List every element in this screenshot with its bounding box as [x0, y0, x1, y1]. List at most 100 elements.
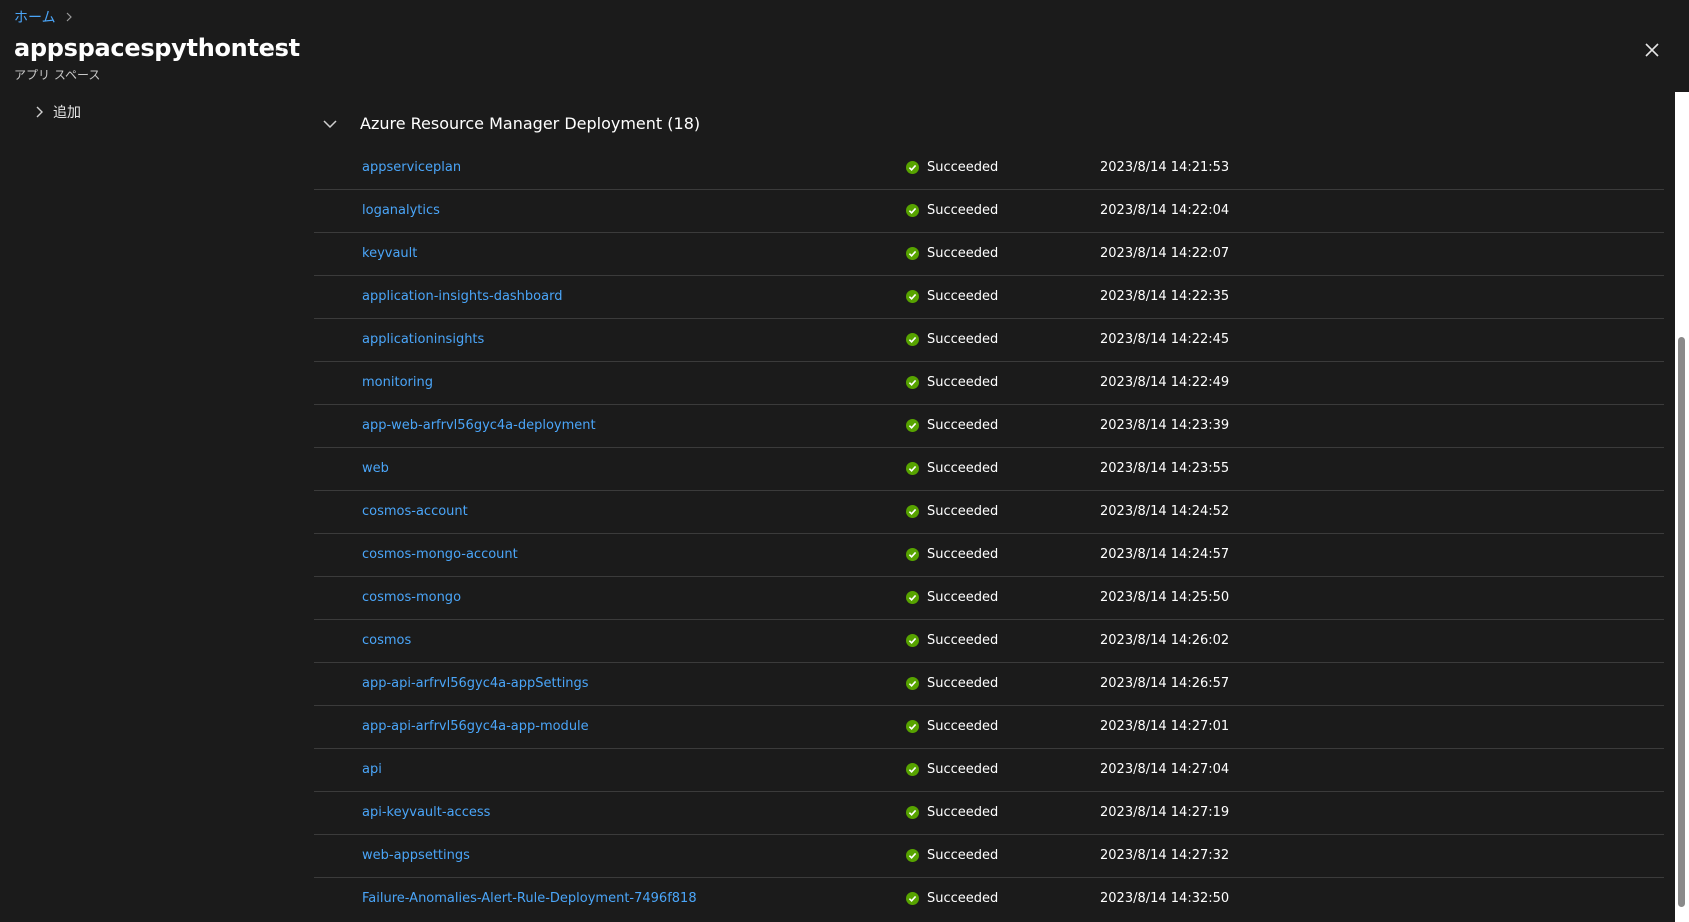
deployment-timestamp: 2023/8/14 14:22:35 [1100, 289, 1230, 304]
deployment-timestamp: 2023/8/14 14:26:02 [1100, 633, 1230, 648]
deployment-name-link[interactable]: app-api-arfrvl56gyc4a-app-module [362, 719, 589, 734]
success-check-icon [906, 290, 919, 303]
deployment-timestamp: 2023/8/14 14:22:04 [1100, 203, 1230, 218]
success-check-icon [906, 462, 919, 475]
success-check-icon [906, 247, 919, 260]
deployment-timestamp: 2023/8/14 14:21:53 [1100, 160, 1230, 175]
deployment-status: Succeeded [906, 375, 998, 390]
deployment-name-link[interactable]: loganalytics [362, 203, 440, 218]
deployment-status-label: Succeeded [927, 418, 999, 433]
success-check-icon [906, 376, 919, 389]
success-check-icon [906, 548, 919, 561]
deployment-name-link[interactable]: cosmos [362, 633, 411, 648]
deployment-status-label: Succeeded [927, 762, 999, 777]
deployment-group-title: Azure Resource Manager Deployment (18) [360, 114, 701, 133]
deployment-status: Succeeded [906, 762, 998, 777]
deployment-name-link[interactable]: cosmos-account [362, 504, 468, 519]
deployment-status-label: Succeeded [927, 547, 999, 562]
deployment-status-label: Succeeded [927, 504, 999, 519]
deployment-row: api-keyvault-access Succeeded 2023/8/14 14… [314, 792, 1664, 835]
deployment-row: api Succeeded 2023/8/14 14:27:04 [314, 749, 1664, 792]
deployment-name-link[interactable]: web [362, 461, 389, 476]
deployment-row: app-api-arfrvl56gyc4a-appSettings Succeed… [314, 663, 1664, 706]
more-options-icon[interactable]: ··· [268, 40, 286, 59]
chevron-right-icon [66, 12, 72, 22]
success-check-icon [906, 634, 919, 647]
close-icon[interactable] [1644, 42, 1660, 58]
deployment-row: cosmos-mongo Succeeded 2023/8/14 14:25:50 [314, 577, 1664, 620]
deployment-timestamp: 2023/8/14 14:22:07 [1100, 246, 1230, 261]
deployment-timestamp: 2023/8/14 14:23:55 [1100, 461, 1230, 476]
deployment-timestamp: 2023/8/14 14:24:52 [1100, 504, 1230, 519]
deployment-name-link[interactable]: monitoring [362, 375, 433, 390]
deployment-row: applicationinsights Succeeded 2023/8/14 14… [314, 319, 1664, 362]
breadcrumb: ホーム [14, 7, 74, 27]
tree-item-label: 追加 [53, 105, 81, 121]
deployment-name-link[interactable]: appserviceplan [362, 160, 461, 175]
deployment-status-label: Succeeded [927, 590, 999, 605]
deployment-status: Succeeded [906, 547, 998, 562]
deployment-status: Succeeded [906, 590, 998, 605]
deployment-row: loganalytics Succeeded 2023/8/14 14:22:04 [314, 190, 1664, 233]
success-check-icon [906, 677, 919, 690]
deployment-status-label: Succeeded [927, 633, 999, 648]
deployment-status: Succeeded [906, 160, 998, 175]
deployment-row: app-api-arfrvl56gyc4a-app-module Succeede… [314, 706, 1664, 749]
deployment-status: Succeeded [906, 332, 998, 347]
success-check-icon [906, 720, 919, 733]
deployment-status-label: Succeeded [927, 246, 999, 261]
vertical-scrollbar[interactable] [1675, 92, 1689, 922]
deployment-status: Succeeded [906, 246, 998, 261]
deployment-name-link[interactable]: Failure-Anomalies-Alert-Rule-Deployment-… [362, 891, 697, 906]
scrollbar-thumb[interactable] [1678, 337, 1685, 907]
chevron-right-icon[interactable] [34, 105, 44, 119]
deployment-status: Succeeded [906, 289, 998, 304]
deployment-status-label: Succeeded [927, 160, 999, 175]
deployment-status: Succeeded [906, 891, 998, 906]
success-check-icon [906, 849, 919, 862]
deployment-name-link[interactable]: api [362, 762, 382, 777]
success-check-icon [906, 505, 919, 518]
success-check-icon [906, 763, 919, 776]
deployment-row: cosmos-account Succeeded 2023/8/14 14:24:5… [314, 491, 1664, 534]
tree-item-add[interactable]: 追加 [34, 102, 81, 122]
deployment-row: cosmos-mongo-account Succeeded 2023/8/14 1… [314, 534, 1664, 577]
deployment-status: Succeeded [906, 418, 998, 433]
deployment-status: Succeeded [906, 676, 998, 691]
deployment-group-header[interactable]: Azure Resource Manager Deployment (18) [322, 114, 700, 133]
deployment-name-link[interactable]: api-keyvault-access [362, 805, 490, 820]
deployment-status-label: Succeeded [927, 891, 999, 906]
deployment-row: appserviceplan Succeeded 2023/8/14 14:21:5… [314, 147, 1664, 190]
deployment-status-label: Succeeded [927, 848, 999, 863]
deployment-status-label: Succeeded [927, 203, 999, 218]
deployment-status-label: Succeeded [927, 805, 999, 820]
deployment-name-link[interactable]: keyvault [362, 246, 417, 261]
deployment-timestamp: 2023/8/14 14:27:01 [1100, 719, 1230, 734]
deployment-status-label: Succeeded [927, 461, 999, 476]
deployment-timestamp: 2023/8/14 14:27:04 [1100, 762, 1230, 777]
deployment-status: Succeeded [906, 461, 998, 476]
deployment-name-link[interactable]: web-appsettings [362, 848, 470, 863]
success-check-icon [906, 591, 919, 604]
success-check-icon [906, 204, 919, 217]
deployment-name-link[interactable]: applicationinsights [362, 332, 484, 347]
breadcrumb-home-link[interactable]: ホーム [14, 7, 56, 27]
deployment-row: application-insights-dashboard Succeeded 2… [314, 276, 1664, 319]
deployment-timestamp: 2023/8/14 14:32:50 [1100, 891, 1230, 906]
deployment-timestamp: 2023/8/14 14:27:19 [1100, 805, 1230, 820]
deployment-timestamp: 2023/8/14 14:27:32 [1100, 848, 1230, 863]
deployment-status: Succeeded [906, 633, 998, 648]
success-check-icon [906, 806, 919, 819]
deployment-name-link[interactable]: application-insights-dashboard [362, 289, 562, 304]
deployment-status-label: Succeeded [927, 375, 999, 390]
deployment-name-link[interactable]: cosmos-mongo-account [362, 547, 518, 562]
deployment-name-link[interactable]: app-api-arfrvl56gyc4a-appSettings [362, 676, 589, 691]
success-check-icon [906, 892, 919, 905]
deployment-status: Succeeded [906, 203, 998, 218]
deployment-timestamp: 2023/8/14 14:25:50 [1100, 590, 1230, 605]
deployment-row: Failure-Anomalies-Alert-Rule-Deployment-… [314, 878, 1664, 921]
deployment-name-link[interactable]: app-web-arfrvl56gyc4a-deployment [362, 418, 596, 433]
deployment-name-link[interactable]: cosmos-mongo [362, 590, 461, 605]
chevron-down-icon[interactable] [322, 119, 338, 129]
deployment-status-label: Succeeded [927, 719, 999, 734]
